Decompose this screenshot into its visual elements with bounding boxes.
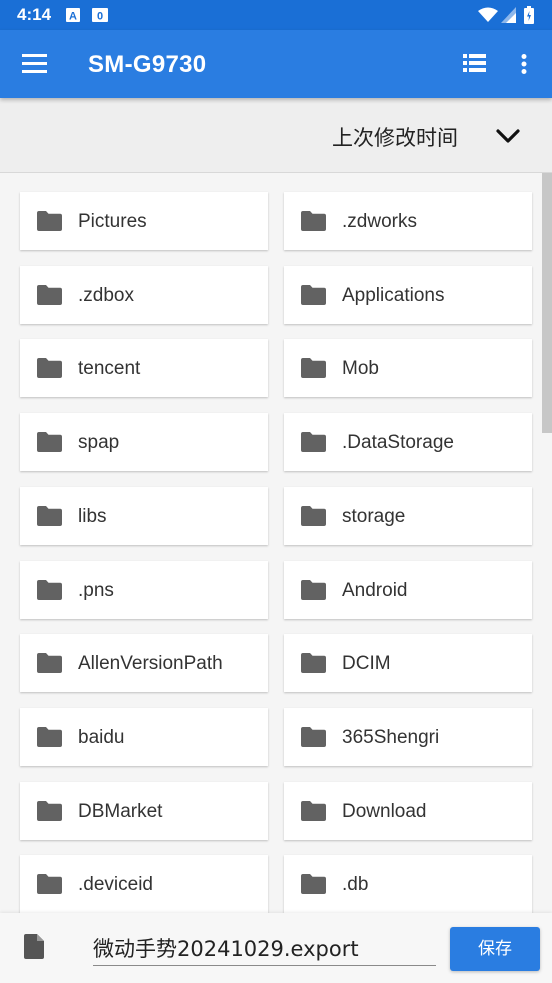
sort-label[interactable]: 上次修改时间 [332, 122, 458, 152]
signal-icon [501, 7, 516, 28]
folder-icon [301, 653, 326, 678]
folder-name: spap [78, 432, 120, 454]
scrollbar[interactable] [542, 173, 552, 433]
folder-icon [37, 726, 62, 752]
page-title: SM-G9730 [88, 51, 207, 78]
folder-item[interactable]: .pns [20, 560, 268, 619]
folder-name: DBMarket [78, 800, 163, 822]
folder-icon [37, 579, 62, 605]
folder-name: .DataStorage [342, 432, 454, 454]
folder-item[interactable]: Pictures [20, 192, 268, 250]
folder-icon [301, 726, 326, 752]
folder-item[interactable]: libs [20, 486, 268, 545]
file-icon [24, 934, 44, 964]
folder-name: Mob [342, 358, 379, 380]
menu-icon[interactable] [22, 54, 47, 78]
app-bar: SM-G9730 [0, 30, 552, 98]
folder-item[interactable]: .zdworks [284, 192, 532, 250]
folder-item[interactable]: Android [284, 560, 532, 619]
folder-icon [301, 358, 326, 383]
folder-name: tencent [78, 358, 141, 380]
folder-item[interactable]: tencent [20, 339, 268, 398]
notification-a-icon: A [66, 8, 80, 27]
folder-icon [37, 432, 62, 457]
more-options-icon[interactable] [521, 54, 527, 79]
list-view-icon[interactable] [463, 54, 486, 77]
folder-item[interactable]: spap [20, 413, 268, 472]
folder-name: .zdbox [78, 284, 134, 306]
folder-icon [37, 505, 62, 531]
status-bar: 4:14 A 0 [0, 0, 552, 30]
folder-name: Applications [342, 284, 445, 306]
notification-b-icon: 0 [92, 8, 108, 27]
battery-icon [524, 6, 534, 29]
folder-name: .pns [78, 579, 114, 601]
folder-name: libs [78, 505, 107, 527]
folder-icon [37, 358, 62, 383]
folder-icon [37, 653, 62, 678]
folder-list[interactable]: Pictures .zdworks .zdbox Applications tencen… [0, 173, 552, 913]
folder-item[interactable]: DBMarket [20, 781, 268, 840]
folder-item[interactable]: storage [284, 486, 532, 545]
folder-item[interactable]: .zdbox [20, 265, 268, 324]
save-bar: 保存 [0, 913, 552, 983]
folder-icon [37, 284, 62, 310]
save-button[interactable]: 保存 [450, 927, 540, 971]
folder-item[interactable]: Mob [284, 339, 532, 398]
folder-item[interactable]: .db [284, 855, 532, 913]
folder-item[interactable]: 365Shengri [284, 707, 532, 766]
folder-icon [301, 505, 326, 531]
folder-name: .zdworks [342, 211, 417, 232]
filename-input[interactable] [93, 931, 436, 966]
folder-name: .deviceid [78, 874, 153, 896]
folder-item[interactable]: Applications [284, 265, 532, 324]
folder-icon [301, 874, 326, 899]
status-time: 4:14 [17, 5, 52, 24]
folder-icon [37, 211, 62, 236]
svg-text:A: A [69, 11, 77, 23]
folder-icon [301, 432, 326, 457]
folder-name: 365Shengri [342, 726, 440, 748]
folder-icon [301, 800, 326, 826]
folder-name: Pictures [78, 211, 147, 232]
folder-icon [37, 874, 62, 899]
svg-text:0: 0 [97, 11, 103, 23]
folder-icon [37, 800, 62, 826]
folder-item[interactable]: DCIM [284, 634, 532, 693]
folder-item[interactable]: Download [284, 781, 532, 840]
folder-item[interactable]: .DataStorage [284, 413, 532, 472]
folder-name: baidu [78, 726, 125, 748]
folder-icon [301, 284, 326, 310]
folder-name: AllenVersionPath [78, 653, 223, 675]
folder-name: Android [342, 579, 408, 601]
folder-item[interactable]: AllenVersionPath [20, 634, 268, 693]
folder-name: Download [342, 800, 427, 822]
folder-item[interactable]: .deviceid [20, 855, 268, 913]
folder-name: DCIM [342, 653, 391, 675]
wifi-icon [478, 7, 498, 28]
folder-icon [301, 211, 326, 236]
folder-item[interactable]: baidu [20, 707, 268, 766]
folder-name: .db [342, 874, 369, 896]
chevron-down-icon[interactable] [496, 128, 520, 149]
sort-bar[interactable]: 上次修改时间 [0, 98, 552, 173]
folder-icon [301, 579, 326, 605]
folder-name: storage [342, 505, 406, 527]
